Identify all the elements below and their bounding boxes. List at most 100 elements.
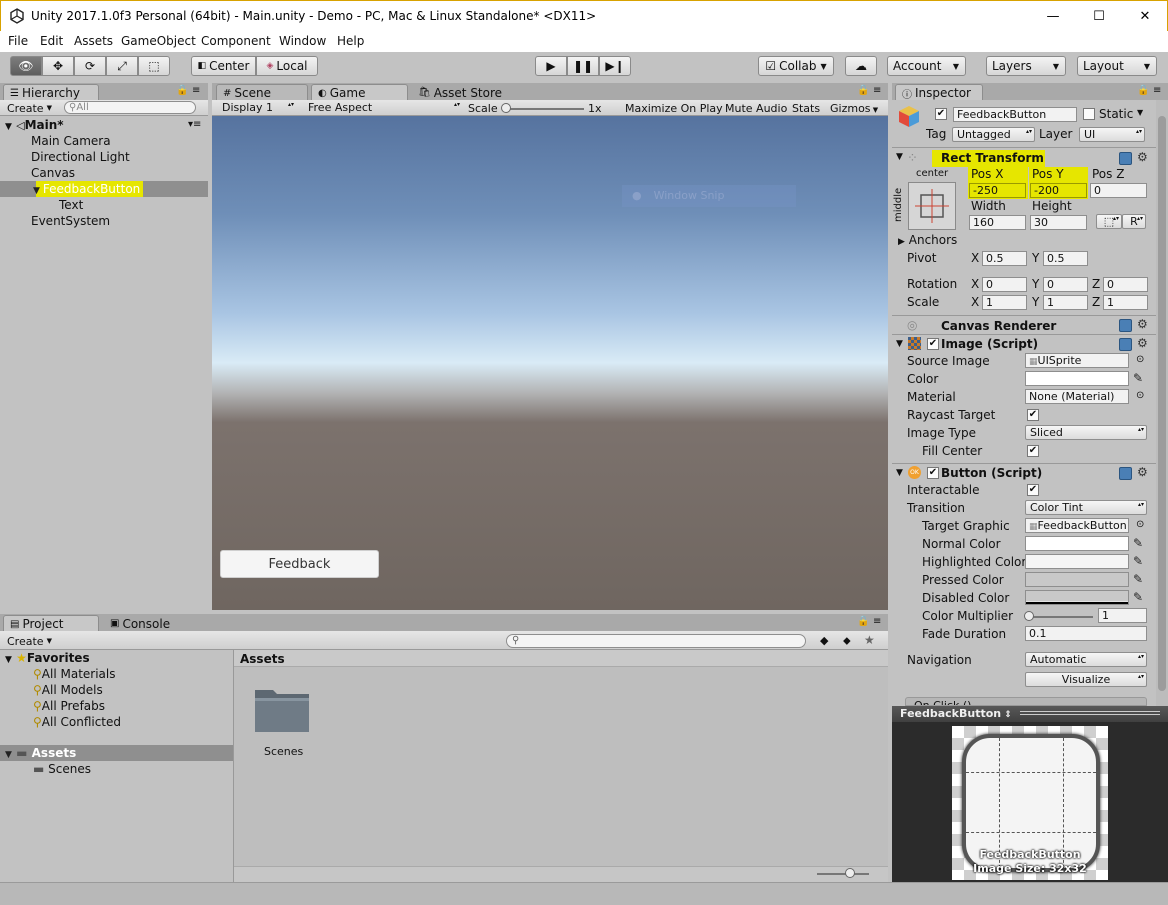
image-help-icon[interactable] [1119,338,1132,351]
rect-transform-title[interactable]: Rect Transform [941,151,1044,165]
blueprint-mode-button[interactable]: ⬚ [1096,214,1122,229]
rotation-x-field[interactable]: 0 [982,277,1027,292]
project-breadcrumb[interactable]: Assets [240,652,285,666]
inspector-lock-icon[interactable]: 🔒 [1137,85,1149,96]
hierarchy-item-eventsystem[interactable]: EventSystem [31,214,110,228]
hierarchy-item-directional-light[interactable]: Directional Light [31,150,130,164]
favorite-all-conflicted[interactable]: ⚲All Conflicted [33,715,121,729]
tab-asset-store[interactable]: 🛍 Asset Store [412,84,510,101]
feedback-button[interactable]: Feedback [220,550,379,578]
normal-color-eyedropper-icon[interactable]: ✎ [1133,536,1147,550]
pivot-center-button[interactable]: ◧ Center [191,56,256,76]
tab-project[interactable]: ▤ Project [3,615,99,632]
hierarchy-item-text[interactable]: Text [59,198,83,212]
static-checkbox[interactable] [1083,108,1095,120]
tab-inspector[interactable]: ⓘ Inspector [895,84,983,101]
raw-edit-button[interactable]: R [1122,214,1146,229]
rotation-z-field[interactable]: 0 [1103,277,1148,292]
hierarchy-item-main-camera[interactable]: Main Camera [31,134,111,148]
eyedropper-icon[interactable]: ✎ [1133,371,1147,385]
project-search-input[interactable]: ⚲ [506,634,806,648]
raycast-checkbox[interactable]: ✔ [1027,409,1039,421]
step-icon[interactable]: ▶❙ [599,56,631,76]
button-help-icon[interactable] [1119,467,1132,480]
menu-window[interactable]: Window [279,34,326,48]
game-panel-menu-icon[interactable]: ≡ [873,85,881,96]
target-graphic-picker-icon[interactable]: ⊙ [1136,519,1144,530]
canvas-renderer-help-icon[interactable] [1119,319,1132,332]
preview-title[interactable]: FeedbackButton ⇕ [900,707,1012,720]
menu-help[interactable]: Help [337,34,364,48]
panel-menu-icon[interactable]: ≡ [192,85,200,96]
canvas-renderer-gear-icon[interactable]: ⚙ [1137,317,1148,331]
pressed-color-field[interactable] [1025,572,1129,587]
pivot-x-field[interactable]: 0.5 [982,251,1027,266]
assets-child-scenes[interactable]: ▬ Scenes [33,762,91,776]
width-field[interactable]: 160 [969,215,1026,230]
canvas-renderer-title[interactable]: Canvas Renderer [941,319,1056,333]
cloud-icon[interactable]: ☁ [845,56,877,76]
pressed-color-eyedropper-icon[interactable]: ✎ [1133,572,1147,586]
normal-color-field[interactable] [1025,536,1129,551]
icon-size-slider-thumb[interactable] [845,868,855,878]
project-panel-menu-icon[interactable]: ≡ [873,616,881,627]
height-field[interactable]: 30 [1030,215,1087,230]
menu-component[interactable]: Component [201,34,271,48]
tab-scene[interactable]: # Scene [216,84,308,101]
tab-game[interactable]: ◐ Game [311,84,408,101]
hierarchy-search-input[interactable]: ⚲All [64,101,196,114]
transition-dropdown[interactable]: Color Tint [1025,500,1147,515]
scale-y-field[interactable]: 1 [1043,295,1088,310]
disabled-color-eyedropper-icon[interactable]: ✎ [1133,590,1147,604]
move-tool-icon[interactable]: ✥ [42,56,74,76]
scene-menu-icon[interactable]: ▾≡ [188,119,201,130]
visualize-button[interactable]: Visualize [1025,672,1147,687]
collab-button[interactable]: ☑ Collab ▼ [758,56,834,76]
pos-y-field[interactable]: -200 [1030,183,1087,198]
color-multiplier-field[interactable]: 1 [1098,608,1147,623]
favorite-all-prefabs[interactable]: ⚲All Prefabs [33,699,105,713]
account-dropdown[interactable]: Account ▼ [887,56,966,76]
menu-assets[interactable]: Assets [74,34,113,48]
hierarchy-create-button[interactable]: Create ▼ [7,101,52,115]
mute-audio-toggle[interactable]: Mute Audio [725,102,787,115]
display-dropdown[interactable]: Display 1 [218,101,296,116]
source-image-field[interactable]: ▦UISprite [1025,353,1129,368]
folder-icon[interactable] [253,686,311,734]
button-enabled-checkbox[interactable]: ✔ [927,467,939,479]
fill-center-checkbox[interactable]: ✔ [1027,445,1039,457]
button-gear-icon[interactable]: ⚙ [1137,465,1148,479]
scene-root[interactable]: ▼ ◁Main* [5,118,64,132]
color-multiplier-slider[interactable] [1027,616,1093,618]
scale-slider[interactable] [502,108,584,110]
project-lock-icon[interactable]: 🔒 [857,616,869,627]
rotation-y-field[interactable]: 0 [1043,277,1088,292]
filter-type-icon[interactable]: ◆ [820,634,828,647]
aspect-dropdown[interactable]: Free Aspect [304,101,462,116]
icon-size-slider[interactable] [817,873,869,875]
pos-x-field[interactable]: -250 [969,183,1026,198]
anchors-foldout[interactable]: ▶ Anchors [898,233,957,247]
stats-toggle[interactable]: Stats [792,102,820,115]
menu-file[interactable]: File [8,34,28,48]
rotate-tool-icon[interactable]: ⟳ [74,56,106,76]
scale-z-field[interactable]: 1 [1103,295,1148,310]
static-dropdown-icon[interactable]: ▼ [1137,108,1143,117]
disabled-color-field[interactable] [1025,590,1129,605]
image-enabled-checkbox[interactable]: ✔ [927,338,939,350]
tab-console[interactable]: ▣ Console [104,615,184,632]
scale-x-field[interactable]: 1 [982,295,1027,310]
material-field[interactable]: None (Material) [1025,389,1129,404]
scale-tool-icon[interactable]: ⤢ [106,56,138,76]
interactable-checkbox[interactable]: ✔ [1027,484,1039,496]
color-field[interactable] [1025,371,1129,386]
close-icon[interactable]: ✕ [1122,1,1168,32]
favorite-star-icon[interactable]: ★ [864,633,875,647]
maximize-on-play-toggle[interactable]: Maximize On Play [625,102,723,115]
scale-slider-thumb[interactable] [501,103,511,113]
menu-gameobject[interactable]: GameObject [121,34,196,48]
rect-transform-help-icon[interactable] [1119,152,1132,165]
pivot-y-field[interactable]: 0.5 [1043,251,1088,266]
image-gear-icon[interactable]: ⚙ [1137,336,1148,350]
play-icon[interactable]: ▶ [535,56,567,76]
